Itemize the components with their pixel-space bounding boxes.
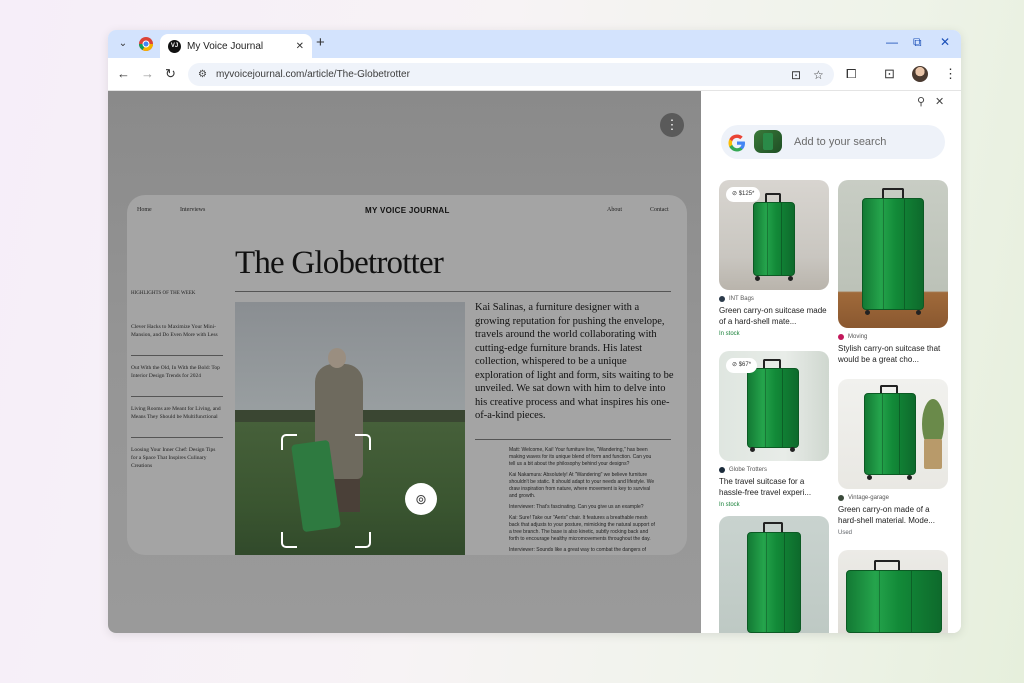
browser-window: ⌄ VJ My Voice Journal ✕ + — ⧉ ✕ ← → ↻ ⚙ …	[108, 30, 961, 633]
result-title[interactable]: The travel suitcase for a hassle-free tr…	[719, 476, 829, 498]
result-source[interactable]: Globe Trotters	[719, 467, 767, 473]
side-article-link[interactable]: Living Rooms are Meant for Living, and M…	[131, 405, 223, 421]
highlights-heading: HIGHLIGHTS OF THE WEEK	[131, 291, 196, 296]
side-article-link[interactable]: Clever Hacks to Maximize Your Mini-Mansi…	[131, 323, 223, 339]
tab-search-chevron-icon[interactable]: ⌄	[114, 35, 132, 53]
suitcase	[753, 202, 795, 276]
divider	[131, 396, 223, 397]
avatar[interactable]	[912, 66, 928, 82]
lens-search-bar[interactable]: Add to your search	[721, 125, 945, 159]
source-favicon-icon	[719, 296, 725, 302]
window-close-icon[interactable]: ✕	[940, 35, 950, 49]
source-favicon-icon	[838, 495, 844, 501]
page-viewport: ⋮ Home Interviews MY VOICE JOURNAL About…	[108, 91, 701, 633]
pin-icon[interactable]: ⚲	[917, 95, 925, 108]
result-image[interactable]: ⊘ $125*	[719, 180, 829, 290]
lens-selection-corner[interactable]	[355, 532, 371, 548]
site-brand[interactable]: MY VOICE JOURNAL	[365, 206, 450, 215]
result-title[interactable]: Stylish carry-on suitcase that would be …	[838, 343, 948, 365]
active-tab[interactable]: VJ My Voice Journal ✕	[160, 34, 312, 58]
side-article-link[interactable]: Loosing Your Inner Chef: Design Tips for…	[131, 446, 223, 470]
nav-home[interactable]: Home	[137, 207, 152, 213]
page-title: The Globetrotter	[235, 245, 444, 281]
lens-selection-corner[interactable]	[355, 434, 371, 450]
site-info-icon[interactable]: ⚙	[198, 69, 207, 80]
minimize-icon[interactable]: —	[886, 35, 898, 49]
site-favicon-icon: VJ	[168, 39, 181, 53]
divider	[131, 437, 223, 438]
nav-about[interactable]: About	[607, 207, 622, 213]
stock-status: In stock	[719, 331, 740, 337]
forward-icon[interactable]: →	[141, 66, 154, 81]
lens-toolbar-icon[interactable]: ⊡	[884, 66, 895, 82]
stock-status: In stock	[719, 502, 740, 508]
selected-region-thumbnail[interactable]	[754, 130, 782, 153]
source-favicon-icon	[838, 334, 844, 340]
more-options-icon[interactable]: ⋮	[660, 113, 684, 137]
back-icon[interactable]: ←	[117, 66, 130, 81]
price-badge: ⊘ $125*	[726, 187, 761, 202]
lens-selection-corner[interactable]	[281, 532, 297, 548]
visual-search-icon[interactable]: ⊚	[405, 483, 437, 515]
tab-title: My Voice Journal	[187, 40, 264, 52]
result-source[interactable]: Vintage-garage	[838, 495, 889, 501]
tab-close-icon[interactable]: ✕	[296, 41, 304, 52]
interview-text: Matt: Welcome, Kai! Your furniture line,…	[509, 447, 655, 553]
side-article-link[interactable]: Out With the Old, In With the Bold: Top …	[131, 364, 223, 380]
suitcase	[864, 393, 916, 475]
chrome-tab-icon[interactable]	[138, 36, 154, 52]
headline-divider	[235, 291, 671, 292]
bookmark-star-icon[interactable]: ☆	[813, 68, 824, 82]
lens-selection-corner[interactable]	[281, 434, 297, 450]
address-bar[interactable]: ⚙ myvoicejournal.com/article/The-Globetr…	[188, 63, 834, 86]
result-image[interactable]	[719, 516, 829, 633]
nav-interviews[interactable]: Interviews	[180, 207, 205, 213]
panel-close-icon[interactable]: ✕	[935, 95, 944, 108]
tab-strip: ⌄ VJ My Voice Journal ✕ + — ⧉ ✕	[108, 30, 961, 58]
plant-pot	[924, 439, 942, 469]
article-intro: Kai Salinas, a furniture designer with a…	[475, 302, 674, 421]
restore-icon[interactable]: ⧉	[913, 35, 922, 50]
source-favicon-icon	[719, 467, 725, 473]
nav-contact[interactable]: Contact	[650, 207, 669, 213]
google-logo-icon	[728, 134, 745, 152]
result-image[interactable]	[838, 379, 948, 489]
result-title[interactable]: Green carry-on made of a hard-shell mate…	[838, 504, 948, 526]
search-input[interactable]: Add to your search	[794, 136, 886, 148]
result-image[interactable]	[838, 550, 948, 633]
result-source[interactable]: Moving	[838, 334, 867, 340]
suitcase	[862, 198, 924, 310]
suitcase	[846, 570, 942, 633]
stock-status: Used	[838, 530, 853, 536]
divider	[131, 355, 223, 356]
divider	[475, 439, 671, 440]
suitcase	[747, 532, 801, 633]
price-badge: ⊘ $67*	[726, 358, 758, 373]
result-source[interactable]: INT Bags	[719, 296, 754, 302]
extensions-icon[interactable]: ⧠	[846, 66, 856, 82]
result-title[interactable]: Green carry-on suitcase made of a hard-s…	[719, 305, 829, 327]
reload-icon[interactable]: ↻	[165, 66, 176, 82]
result-image[interactable]	[838, 180, 948, 328]
menu-icon[interactable]: ⋮	[944, 66, 957, 82]
result-image[interactable]: ⊘ $67*	[719, 351, 829, 461]
browser-toolbar: ← → ↻ ⚙ myvoicejournal.com/article/The-G…	[108, 58, 961, 91]
url-text[interactable]: myvoicejournal.com/article/The-Globetrot…	[216, 69, 410, 80]
new-tab-icon[interactable]: +	[316, 34, 325, 51]
article-page: Home Interviews MY VOICE JOURNAL About C…	[127, 195, 687, 555]
lens-icon[interactable]: ⊡	[791, 68, 801, 82]
article-hero-image	[235, 302, 465, 555]
lens-side-panel: ⚲ ✕ Add to your search ⊘ $125* INT Bags …	[701, 91, 961, 633]
suitcase	[747, 368, 799, 448]
